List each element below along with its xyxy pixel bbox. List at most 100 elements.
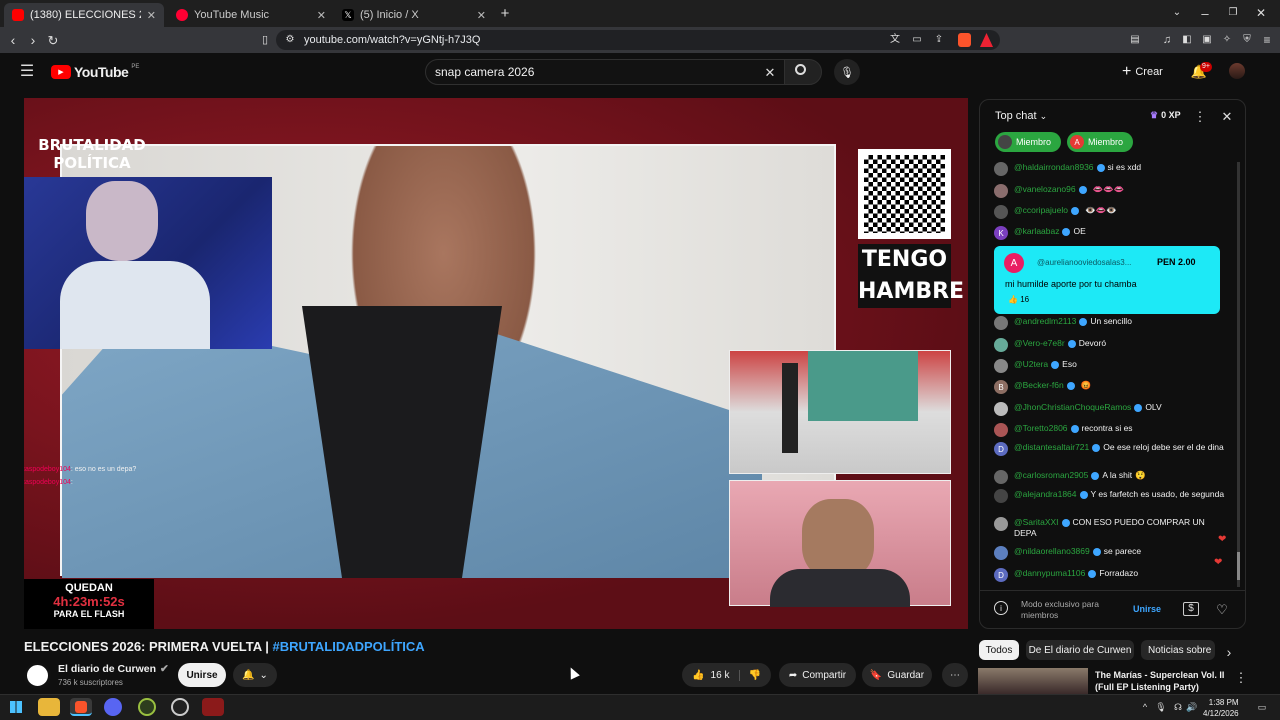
close-tab-icon[interactable]: ✕ [317,9,326,22]
search-input[interactable]: snap camera 2026 [425,59,785,85]
close-tab-icon[interactable]: ✕ [477,9,486,22]
related-thumbnail[interactable] [978,668,1088,694]
save-button[interactable]: 🔖 Guardar [862,663,932,687]
member-chip-1[interactable]: Miembro [995,132,1061,152]
super-chat-icon[interactable]: $ [1183,602,1199,616]
mic-icon[interactable]: 🎙 [1155,700,1166,714]
bookmark-icon[interactable]: ▯ [258,32,272,48]
vpn-icon[interactable]: ⛨ [1240,33,1254,47]
chat-author[interactable]: @vanelozano96 [1014,184,1076,194]
info-icon[interactable]: i [994,601,1008,615]
close-chat-icon[interactable]: ✕ [1220,109,1234,123]
hamburger-menu-icon[interactable]: ☰ [18,63,36,81]
more-options-icon[interactable]: ⋮ [1194,109,1207,123]
account-avatar[interactable] [1229,63,1245,79]
chat-avatar[interactable]: B [994,380,1008,394]
tab-list-chevron-icon[interactable]: ⌄ [1170,6,1184,20]
notification-bell-button[interactable]: 🔔 ⌄ [233,663,277,687]
chat-author[interactable]: @SaritaXXI [1014,517,1059,527]
close-tab-icon[interactable]: ✕ [147,9,156,22]
reload-icon[interactable]: ↻ [46,32,60,48]
cast-icon[interactable]: ▭ [910,33,924,47]
super-chat[interactable]: A @aurelianooviedosalas3... PEN 2.00 mi … [994,246,1220,314]
superchat-likes[interactable]: 👍 16 [1008,295,1029,304]
chat-avatar[interactable]: K [994,226,1008,240]
chip-all[interactable]: Todos [979,640,1019,660]
app-icon[interactable] [138,698,156,716]
forward-icon[interactable]: › [26,32,40,48]
leo-icon[interactable]: ✧ [1220,33,1234,47]
windows-start-icon[interactable] [10,701,22,713]
chat-author[interactable]: @JhonChristianChoqueRamos [1014,402,1131,412]
chat-author[interactable]: @Becker-f6n [1014,380,1064,390]
channel-name[interactable]: El diario de Curwen ✔ [58,663,169,675]
brave-taskbar-icon[interactable] [70,698,92,716]
volume-icon[interactable]: 🔊 [1186,700,1198,714]
chat-avatar[interactable] [994,205,1008,219]
chat-avatar[interactable] [994,359,1008,373]
minimize-icon[interactable]: – [1198,6,1212,20]
chat-scroll-thumb[interactable] [1237,552,1240,580]
game-icon[interactable] [202,698,224,716]
back-icon[interactable]: ‹ [6,32,20,48]
wallet-icon[interactable]: ▣ [1200,33,1214,47]
chip-news[interactable]: Noticias sobre [1141,640,1215,660]
chip-channel[interactable]: De El diario de Curwen [1026,640,1134,660]
translate-icon[interactable]: 文 [888,33,902,47]
chat-join-button[interactable]: Unirse [1133,604,1161,614]
reader-icon[interactable]: ▤ [1128,33,1142,47]
related-more-icon[interactable]: ⋮ [1235,670,1248,684]
file-explorer-icon[interactable] [38,698,60,716]
chat-avatar[interactable] [994,489,1008,503]
dislike-icon[interactable]: 👎 [740,670,760,681]
chat-author[interactable]: @karlaabaz [1014,226,1059,236]
chat-scrollbar[interactable] [1237,162,1240,587]
chat-author[interactable]: @U2tera [1014,359,1048,369]
brave-shield-icon[interactable] [958,33,971,47]
notification-center-icon[interactable]: ▭ [1256,700,1268,714]
voice-search-icon[interactable]: 🎙 [834,59,860,85]
chat-avatar[interactable] [994,316,1008,330]
chat-author[interactable]: @haldairrondan8936 [1014,162,1094,172]
member-chip-2[interactable]: A Miembro [1067,132,1133,152]
related-video-title[interactable]: The Marías - Superclean Vol. II (Full EP… [1095,669,1224,693]
chat-avatar[interactable] [994,402,1008,416]
close-window-icon[interactable]: ✕ [1254,6,1268,20]
chat-avatar[interactable] [994,162,1008,176]
sidebar-icon[interactable]: ◧ [1180,33,1194,47]
chat-avatar[interactable] [994,423,1008,437]
join-channel-button[interactable]: Unirse [178,663,226,687]
channel-avatar[interactable] [24,662,51,689]
chat-author[interactable]: @nildaorellano3869 [1014,546,1090,556]
new-tab-icon[interactable]: + [498,6,512,21]
tray-chevron-icon[interactable]: ^ [1140,700,1150,714]
chat-author[interactable]: @distantesaltair721 [1014,442,1089,452]
chat-author[interactable]: @alejandra1864 [1014,489,1077,499]
share-button[interactable]: ➦ Compartir [779,663,856,687]
clock[interactable]: 1:38 PM 4/12/2026 [1203,697,1239,719]
chat-avatar[interactable]: D [994,568,1008,582]
chat-avatar[interactable] [994,470,1008,484]
tab-x-home[interactable]: 𝕏 (5) Inicio / X ✕ [334,3,494,27]
chat-avatar[interactable]: D [994,442,1008,456]
chat-mode-dropdown[interactable]: Top chat ⌄ [995,110,1047,122]
tab-youtube-music[interactable]: YouTube Music ✕ [168,3,334,27]
video-player[interactable]: BRUTALIDAD POLÍTICA TENGO HAMBRE QUEDAN … [24,98,968,629]
chat-author[interactable]: @Toretto2806 [1014,423,1068,433]
chat-avatar[interactable] [994,184,1008,198]
chat-author[interactable]: @Vero-e7e8r [1014,338,1065,348]
heart-icon[interactable]: ♡ [1214,601,1230,617]
network-icon[interactable]: ☊ [1172,700,1184,714]
chat-avatar[interactable] [994,338,1008,352]
video-hashtag[interactable]: #BRUTALIDADPOLÍTICA [273,639,425,654]
chips-next-icon[interactable]: › [1222,645,1236,659]
share-page-icon[interactable]: ⇪ [932,33,946,47]
create-button[interactable]: + Crear [1122,60,1163,84]
restore-icon[interactable]: ❐ [1226,6,1240,20]
xp-counter[interactable]: ♛ 0 XP [1150,110,1181,121]
chat-avatar[interactable] [994,517,1008,531]
chat-author[interactable]: @dannypuma1106 [1014,568,1085,578]
media-icon[interactable]: ♫ [1160,33,1174,47]
chat-author[interactable]: @andredlm2113 [1014,316,1076,326]
site-info-icon[interactable]: ⚙ [284,33,296,47]
